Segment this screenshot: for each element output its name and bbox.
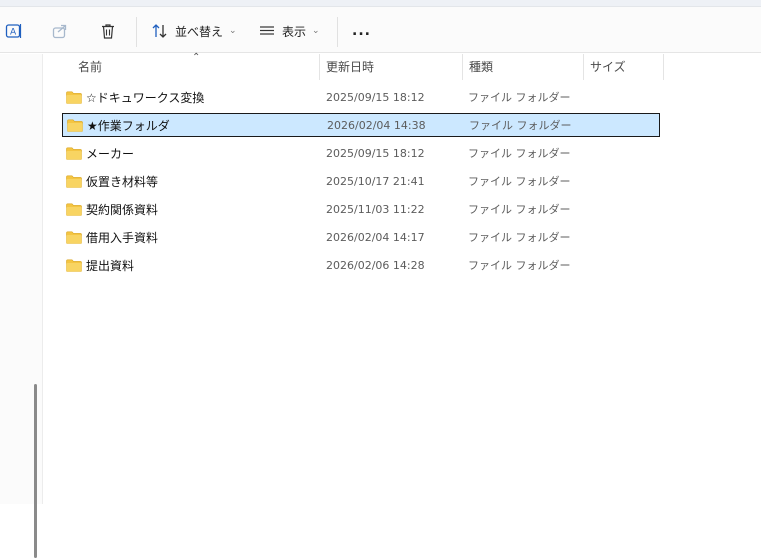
file-type: ファイル フォルダー bbox=[468, 259, 571, 272]
folder-icon bbox=[66, 203, 82, 216]
navigation-scrollbar[interactable] bbox=[34, 384, 37, 558]
file-type: ファイル フォルダー bbox=[468, 231, 571, 244]
folder-icon bbox=[66, 259, 82, 272]
toolbar-separator bbox=[337, 17, 338, 47]
file-name-cell: メーカー bbox=[66, 145, 134, 162]
file-name-cell: 借用入手資料 bbox=[66, 229, 158, 246]
toolbar-separator bbox=[136, 17, 137, 47]
file-name-cell: ★作業フォルダ bbox=[67, 117, 170, 134]
file-name: 仮置き材料等 bbox=[86, 174, 159, 189]
file-name: 借用入手資料 bbox=[86, 230, 159, 245]
file-type: ファイル フォルダー bbox=[469, 119, 572, 132]
file-type: ファイル フォルダー bbox=[468, 91, 571, 104]
file-date: 2025/11/03 11:22 bbox=[326, 202, 425, 216]
file-date: 2026/02/04 14:38 bbox=[327, 118, 426, 132]
view-button[interactable]: 表示 ⌄ bbox=[256, 19, 320, 43]
file-type: ファイル フォルダー bbox=[468, 203, 571, 216]
file-name: 提出資料 bbox=[86, 258, 135, 273]
column-header-size[interactable]: サイズ bbox=[584, 54, 663, 80]
trash-icon bbox=[97, 20, 119, 42]
share-icon bbox=[49, 20, 71, 42]
file-date: 2026/02/06 14:28 bbox=[326, 258, 425, 272]
view-label: 表示 bbox=[282, 24, 307, 39]
file-row[interactable]: 提出資料 2026/02/06 14:28 ファイル フォルダー bbox=[62, 253, 660, 277]
file-row[interactable]: ☆ドキュワークス変換 2025/09/15 18:12 ファイル フォルダー bbox=[62, 85, 660, 109]
file-row[interactable]: 仮置き材料等 2025/10/17 21:41 ファイル フォルダー bbox=[62, 169, 660, 193]
sort-label: 並べ替え bbox=[175, 24, 224, 39]
file-name-cell: 提出資料 bbox=[66, 257, 134, 274]
file-date: 2025/09/15 18:12 bbox=[326, 146, 425, 160]
file-name-cell: ☆ドキュワークス変換 bbox=[66, 89, 204, 106]
column-header-type[interactable]: 種類 bbox=[463, 54, 583, 80]
file-name: メーカー bbox=[86, 146, 135, 161]
window-top-strip bbox=[0, 0, 761, 7]
column-header-date[interactable]: 更新日時 bbox=[320, 54, 463, 80]
column-header-name[interactable]: 名前 bbox=[72, 54, 320, 80]
file-name: 契約関係資料 bbox=[86, 202, 159, 217]
svg-text:A: A bbox=[10, 28, 17, 38]
list-view-icon bbox=[256, 20, 278, 42]
navigation-pane bbox=[0, 54, 43, 558]
folder-icon bbox=[66, 175, 82, 188]
sort-button[interactable]: 並べ替え ⌄ bbox=[149, 19, 237, 43]
file-date: 2025/09/15 18:12 bbox=[326, 90, 425, 104]
file-name-cell: 契約関係資料 bbox=[66, 201, 158, 218]
column-header-row: ⌃ 名前 更新日時 種類 サイズ bbox=[44, 52, 761, 80]
folder-icon bbox=[67, 119, 83, 132]
folder-icon bbox=[66, 147, 82, 160]
file-row-selected[interactable]: ★作業フォルダ 2026/02/04 14:38 ファイル フォルダー bbox=[62, 113, 660, 137]
column-divider[interactable] bbox=[663, 54, 664, 80]
rename-icon: A bbox=[3, 20, 25, 42]
file-name: ★作業フォルダ bbox=[87, 118, 170, 133]
folder-icon bbox=[66, 91, 82, 104]
file-type: ファイル フォルダー bbox=[468, 175, 571, 188]
file-row[interactable]: 借用入手資料 2026/02/04 14:17 ファイル フォルダー bbox=[62, 225, 660, 249]
file-date: 2026/02/04 14:17 bbox=[326, 230, 425, 244]
file-type: ファイル フォルダー bbox=[468, 147, 571, 160]
file-row[interactable]: メーカー 2025/09/15 18:12 ファイル フォルダー bbox=[62, 141, 660, 165]
rename-button[interactable]: A bbox=[3, 19, 25, 43]
file-name: ☆ドキュワークス変換 bbox=[86, 90, 205, 105]
command-bar: A 並べ替え ⌄ 表示 ⌄ ... bbox=[0, 7, 761, 53]
sort-icon bbox=[149, 20, 171, 42]
more-icon: ... bbox=[352, 23, 371, 39]
delete-button[interactable] bbox=[97, 19, 119, 43]
folder-icon bbox=[66, 231, 82, 244]
file-name-cell: 仮置き材料等 bbox=[66, 173, 158, 190]
chevron-down-icon: ⌄ bbox=[229, 26, 237, 36]
share-button[interactable] bbox=[49, 19, 71, 43]
more-options-button[interactable]: ... bbox=[352, 19, 371, 43]
chevron-down-icon: ⌄ bbox=[312, 26, 320, 36]
file-row[interactable]: 契約関係資料 2025/11/03 11:22 ファイル フォルダー bbox=[62, 197, 660, 221]
file-date: 2025/10/17 21:41 bbox=[326, 174, 425, 188]
